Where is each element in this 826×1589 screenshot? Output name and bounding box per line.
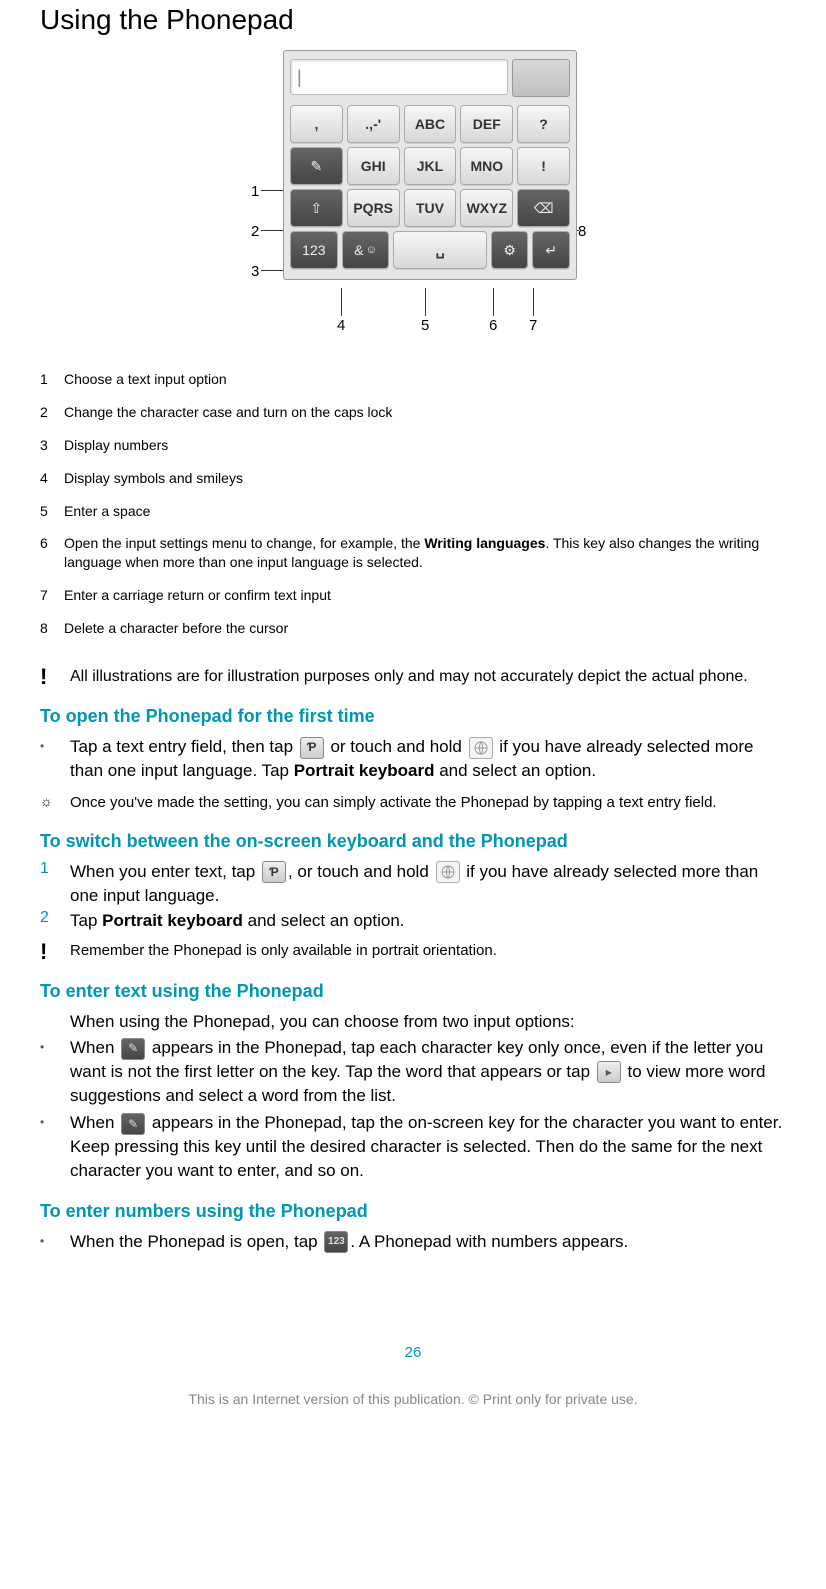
numbers-key-icon: 123	[324, 1231, 348, 1253]
legend-num: 1	[40, 370, 64, 389]
callout-6: 6	[489, 317, 497, 334]
section-head-enter-text: To enter text using the Phonepad	[40, 981, 786, 1002]
bullet-icon: •	[40, 735, 70, 783]
section-head-open-phonepad: To open the Phonepad for the first time	[40, 706, 786, 727]
instruction-text: When the Phonepad is open, tap 123. A Ph…	[70, 1230, 786, 1254]
legend-list: 1Choose a text input option 2Change the …	[40, 370, 786, 638]
key-pqrs: PQRS	[347, 189, 400, 227]
key-shift: ⇧	[290, 189, 343, 227]
step-text: When you enter text, tap Ƥ, or touch and…	[70, 860, 786, 908]
legend-desc: Display numbers	[64, 436, 168, 455]
key-abc: ABC	[404, 105, 457, 143]
key-tuv: TUV	[404, 189, 457, 227]
callout-3: 3	[251, 263, 259, 280]
key-input-option: ✎	[290, 147, 343, 185]
tip-row: ☼ Once you've made the setting, you can …	[40, 793, 786, 813]
p-key-icon: Ƥ	[262, 861, 286, 883]
legend-desc: Enter a space	[64, 502, 150, 521]
step-num: 1	[40, 860, 70, 908]
bullet-icon: •	[40, 1111, 70, 1182]
legend-num: 4	[40, 469, 64, 488]
globe-icon	[469, 737, 493, 759]
key-punct: .,-'	[347, 105, 400, 143]
footer-note: This is an Internet version of this publ…	[40, 1391, 786, 1407]
note-text: All illustrations are for illustration p…	[70, 666, 786, 688]
key-wxyz: WXYZ	[460, 189, 513, 227]
key-comma: ,	[290, 105, 343, 143]
globe-icon	[436, 861, 460, 883]
pen-auto-icon: ✎	[121, 1038, 145, 1060]
tip-icon: ☼	[40, 793, 53, 813]
page-title: Using the Phonepad	[40, 4, 786, 36]
key-mno: MNO	[460, 147, 513, 185]
instruction-text: When ✎ appears in the Phonepad, tap the …	[70, 1111, 786, 1182]
key-backspace: ⌫	[517, 189, 570, 227]
portrait-note: ! Remember the Phonepad is only availabl…	[40, 941, 786, 963]
step-num: 2	[40, 909, 70, 933]
legend-num: 3	[40, 436, 64, 455]
key-symbols: &	[342, 231, 390, 269]
phonepad-figure: 1 2 3 8 4 5 6 7 | , .,-'	[40, 50, 786, 340]
callout-8: 8	[578, 223, 586, 240]
key-space: ␣	[393, 231, 486, 269]
key-def: DEF	[460, 105, 513, 143]
key-ghi: GHI	[347, 147, 400, 185]
legend-desc: Delete a character before the cursor	[64, 619, 288, 638]
note-text: Remember the Phonepad is only available …	[70, 941, 786, 963]
text-input-field: |	[290, 59, 508, 95]
pen-multi-icon: ✎	[121, 1113, 145, 1135]
illustration-note: ! All illustrations are for illustration…	[40, 666, 786, 688]
key-jkl: JKL	[404, 147, 457, 185]
instruction-text: When ✎ appears in the Phonepad, tap each…	[70, 1036, 786, 1107]
input-action-button	[512, 59, 570, 97]
intro-text: When using the Phonepad, you can choose …	[70, 1010, 786, 1034]
arrow-right-icon: ▸	[597, 1061, 621, 1083]
key-settings: ⚙	[491, 231, 529, 269]
legend-desc: Choose a text input option	[64, 370, 227, 389]
tip-text: Once you've made the setting, you can si…	[70, 793, 786, 813]
legend-desc: Enter a carriage return or confirm text …	[64, 586, 331, 605]
callout-2: 2	[251, 223, 259, 240]
important-icon: !	[40, 941, 47, 963]
legend-num: 5	[40, 502, 64, 521]
key-numbers: 123	[290, 231, 338, 269]
key-exclaim: !	[517, 147, 570, 185]
section-head-switch: To switch between the on-screen keyboard…	[40, 831, 786, 852]
p-key-icon: Ƥ	[300, 737, 324, 759]
legend-num: 7	[40, 586, 64, 605]
callout-1: 1	[251, 183, 259, 200]
important-icon: !	[40, 666, 47, 688]
legend-desc: Open the input settings menu to change, …	[64, 534, 786, 572]
key-question: ?	[517, 105, 570, 143]
page-number: 26	[40, 1344, 786, 1361]
legend-desc: Change the character case and turn on th…	[64, 403, 392, 422]
phonepad-illustration: | , .,-' ABC DEF ? ✎ GHI JKL MNO !	[283, 50, 577, 280]
instruction-text: Tap a text entry field, then tap Ƥ or to…	[70, 735, 786, 783]
legend-num: 8	[40, 619, 64, 638]
callout-4: 4	[337, 317, 345, 334]
legend-desc: Display symbols and smileys	[64, 469, 243, 488]
step-text: Tap Portrait keyboard and select an opti…	[70, 909, 786, 933]
legend-num: 6	[40, 534, 64, 572]
callout-7: 7	[529, 317, 537, 334]
legend-num: 2	[40, 403, 64, 422]
section-head-enter-numbers: To enter numbers using the Phonepad	[40, 1201, 786, 1222]
callout-5: 5	[421, 317, 429, 334]
bullet-icon: •	[40, 1036, 70, 1107]
bullet-icon: •	[40, 1230, 70, 1254]
key-return: ↵	[532, 231, 570, 269]
